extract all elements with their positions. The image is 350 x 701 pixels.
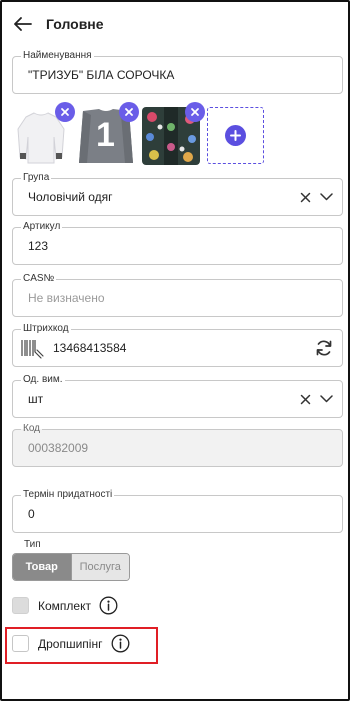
remove-photo-3-icon[interactable] — [185, 102, 205, 122]
dropshipping-info-icon[interactable] — [111, 634, 130, 653]
type-label: Тип — [24, 539, 41, 550]
clear-group-icon[interactable] — [295, 187, 315, 207]
kit-row: Комплект — [12, 596, 118, 615]
group-select[interactable]: Група Чоловічий одяг — [12, 172, 343, 216]
remove-photo-1-icon[interactable] — [55, 102, 75, 122]
plus-icon — [225, 125, 246, 146]
group-select-value: Чоловічий одяг — [28, 190, 113, 204]
refresh-icon[interactable] — [314, 338, 334, 358]
back-arrow-icon[interactable] — [12, 13, 34, 35]
chevron-down-icon[interactable] — [316, 389, 336, 409]
cas-field-label: CAS№ — [21, 273, 57, 285]
article-field-value: 123 — [28, 239, 49, 253]
barcode-field-label: Штрихкод — [21, 323, 71, 335]
unit-select-label: Од. вим. — [21, 374, 65, 386]
kit-info-icon[interactable] — [99, 596, 118, 615]
unit-select[interactable]: Од. вим. шт — [12, 374, 343, 418]
shelf-life-field[interactable]: Термін придатності 0 — [12, 489, 343, 533]
dropshipping-label: Дропшипінг — [38, 636, 103, 651]
code-field-value: 000382009 — [28, 441, 89, 455]
page-title: Головне — [46, 16, 104, 32]
article-field[interactable]: Артикул 123 — [12, 221, 343, 265]
shelf-life-field-label: Термін придатності — [21, 489, 115, 501]
barcode-field[interactable]: Штрихкод 13468413584 — [12, 323, 343, 367]
type-toggle: Товар Послуга — [12, 553, 130, 581]
name-field-label: Найменування — [21, 50, 94, 62]
kit-checkbox[interactable] — [12, 597, 29, 614]
header: Головне — [12, 10, 104, 38]
unit-select-value: шт — [28, 392, 44, 406]
article-field-label: Артикул — [21, 221, 63, 233]
cas-field-placeholder: Не визначено — [28, 291, 105, 305]
add-photo-button[interactable] — [207, 107, 264, 164]
kit-label: Комплект — [38, 598, 91, 613]
barcode-scan-icon[interactable] — [21, 338, 47, 365]
type-option-service[interactable]: Послуга — [70, 554, 129, 580]
clear-unit-icon[interactable] — [295, 389, 315, 409]
code-field: Код 000382009 — [12, 423, 343, 467]
cas-field[interactable]: CAS№ Не визначено — [12, 273, 343, 317]
photo-number-label: 1 — [96, 116, 115, 154]
dropshipping-checkbox[interactable] — [12, 635, 29, 652]
shelf-life-field-value: 0 — [28, 507, 35, 521]
name-field[interactable]: Найменування "ТРИЗУБ" БІЛА СОРОЧКА — [12, 50, 343, 94]
group-select-label: Група — [21, 172, 52, 184]
type-option-goods[interactable]: Товар — [13, 554, 71, 580]
barcode-field-value: 13468413584 — [53, 341, 127, 355]
chevron-down-icon[interactable] — [316, 187, 336, 207]
remove-photo-2-icon[interactable] — [119, 102, 139, 122]
name-field-value: "ТРИЗУБ" БІЛА СОРОЧКА — [28, 68, 175, 82]
dropshipping-row: Дропшипінг — [12, 634, 130, 653]
code-field-label: Код — [21, 423, 43, 435]
